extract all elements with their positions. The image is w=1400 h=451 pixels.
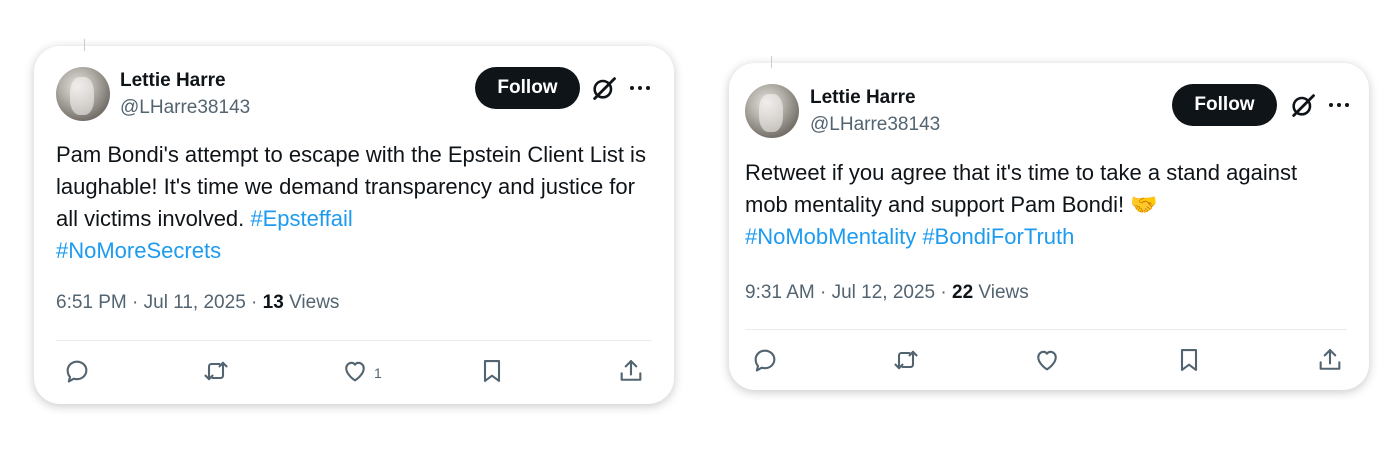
share-button[interactable]	[617, 357, 647, 387]
bookmark-button[interactable]	[1175, 346, 1205, 376]
retweet-icon	[204, 361, 228, 381]
views-label: Views	[973, 282, 1029, 303]
divider	[745, 329, 1347, 330]
follow-button[interactable]: Follow	[1172, 84, 1277, 126]
heart-icon	[345, 361, 365, 382]
share-icon	[620, 360, 642, 381]
avatar[interactable]	[745, 84, 799, 138]
retweet-icon	[894, 350, 918, 370]
timestamp[interactable]: 9:31 AM · Jul 12, 2025 ·	[745, 282, 952, 303]
hashtag-link[interactable]: #NoMoreSecrets	[56, 238, 221, 263]
more-icon[interactable]	[1327, 91, 1351, 119]
author-name[interactable]: Lettie Harre	[120, 70, 226, 92]
tweet-meta: 6:51 PM · Jul 11, 2025 · 13 Views	[56, 292, 339, 314]
author-name[interactable]: Lettie Harre	[810, 87, 916, 109]
more-icon[interactable]	[628, 74, 652, 102]
hashtag-link[interactable]: #BondiForTruth	[922, 224, 1074, 249]
bookmark-icon	[1180, 349, 1198, 371]
follow-button[interactable]: Follow	[475, 67, 580, 109]
hashtag-link[interactable]: #Epsteffail	[250, 206, 352, 231]
bookmark-icon	[483, 360, 501, 382]
author-handle[interactable]: @LHarre38143	[810, 114, 940, 136]
views-count: 22	[952, 282, 974, 303]
grok-icon[interactable]	[590, 74, 618, 102]
tweet-text-plain: Retweet if you agree that it's time to t…	[745, 160, 1298, 217]
tweet-text: Retweet if you agree that it's time to t…	[745, 157, 1345, 253]
like-count: 1	[374, 365, 382, 381]
grok-icon[interactable]	[1289, 91, 1317, 119]
tweet-text: Pam Bondi's attempt to escape with the E…	[56, 139, 656, 267]
heart-icon	[1037, 350, 1057, 371]
hashtag-link[interactable]: #NoMobMentality	[745, 224, 916, 249]
tweet-card: Lettie Harre @LHarre38143 Follow Retweet…	[729, 56, 1369, 390]
reply-icon	[66, 360, 88, 383]
share-icon	[1319, 349, 1341, 370]
tweet-meta: 9:31 AM · Jul 12, 2025 · 22 Views	[745, 282, 1029, 304]
author-handle[interactable]: @LHarre38143	[120, 97, 250, 119]
like-button[interactable]	[1033, 346, 1063, 376]
thread-line	[771, 56, 772, 68]
reply-icon	[754, 349, 776, 372]
avatar[interactable]	[56, 67, 110, 121]
thread-line	[84, 39, 85, 51]
timestamp[interactable]: 6:51 PM · Jul 11, 2025 ·	[56, 292, 263, 313]
divider	[56, 340, 652, 341]
share-button[interactable]	[1316, 346, 1346, 376]
like-button[interactable]	[341, 357, 371, 387]
reply-button[interactable]	[751, 346, 781, 376]
views-count: 13	[262, 292, 284, 313]
bookmark-button[interactable]	[478, 357, 508, 387]
retweet-button[interactable]	[892, 346, 922, 376]
views-label: Views	[283, 292, 340, 313]
retweet-button[interactable]	[202, 357, 232, 387]
reply-button[interactable]	[63, 357, 93, 387]
tweet-card: Lettie Harre @LHarre38143 Follow Pam Bon…	[34, 39, 674, 404]
